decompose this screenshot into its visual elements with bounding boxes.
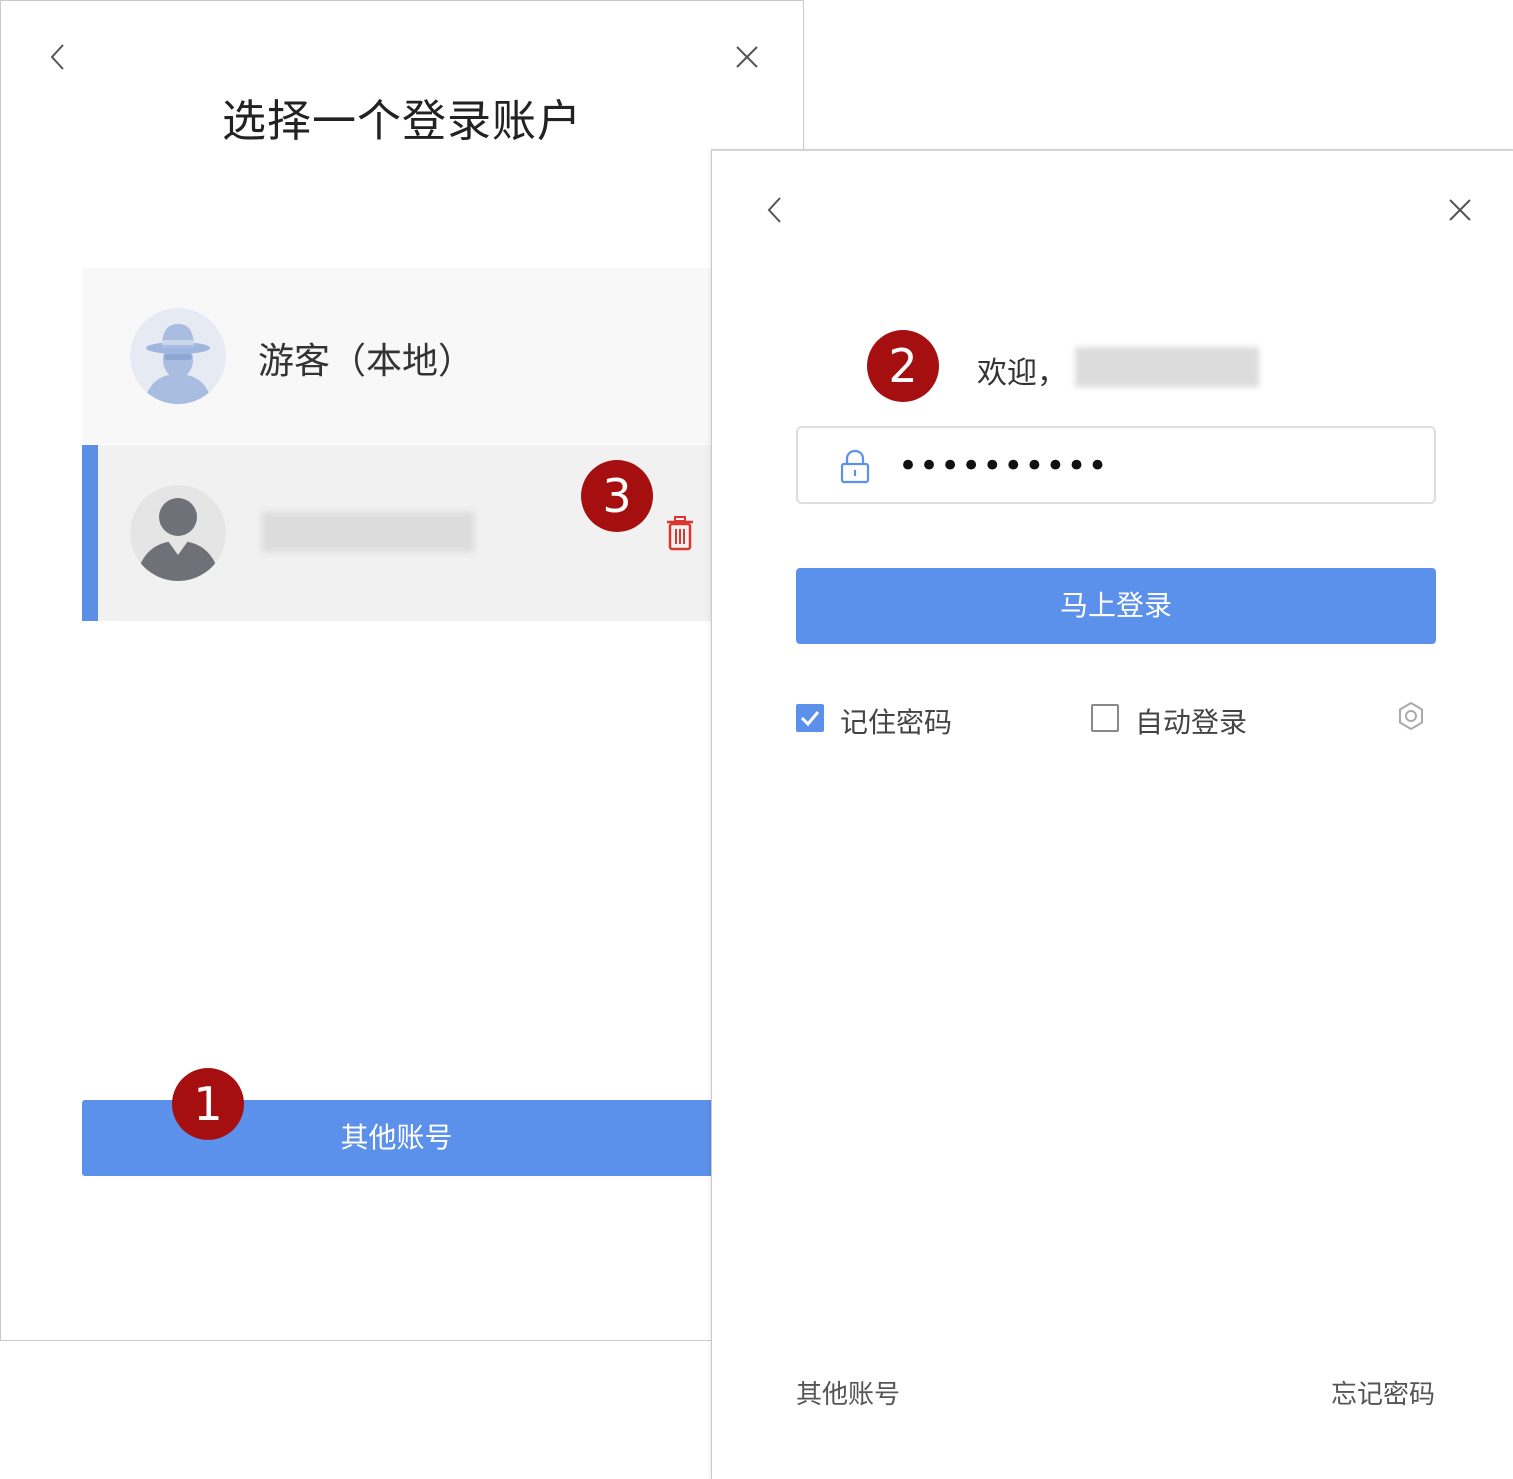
footer-other-account-link[interactable]: 其他账号 <box>796 1374 900 1411</box>
account-name-obscured <box>262 512 474 552</box>
auto-login-label: 自动登录 <box>1135 706 1248 739</box>
forgot-password-link[interactable]: 忘记密码 <box>1331 1374 1435 1411</box>
page-title: 选择一个登录账户 <box>222 96 582 147</box>
gear-icon[interactable] <box>1396 701 1426 731</box>
checkmark-icon[interactable] <box>796 704 824 732</box>
password-value: •••••••••• <box>898 446 1109 486</box>
checkbox-box[interactable] <box>1091 704 1119 732</box>
guest-avatar-icon <box>130 308 226 404</box>
step-badge-3: 3 <box>581 460 653 532</box>
username-obscured <box>1075 347 1259 387</box>
account-select-panel: 选择一个登录账户 游客（本地） 3 其他账号 1 <box>0 0 804 1341</box>
login-panel: 2 欢迎， •••••••••• 马上登录 记住密码 自动登录 其他账号 忘记密… <box>711 149 1513 1479</box>
back-arrow-icon[interactable] <box>43 42 73 72</box>
password-field[interactable]: •••••••••• <box>796 426 1436 504</box>
back-arrow-icon[interactable] <box>760 195 790 225</box>
trash-icon[interactable] <box>664 515 696 551</box>
step-badge-2: 2 <box>867 330 939 402</box>
step-badge-1: 1 <box>172 1068 244 1140</box>
user-avatar-icon <box>130 485 226 581</box>
login-button[interactable]: 马上登录 <box>796 568 1436 644</box>
account-item-guest[interactable]: 游客（本地） <box>82 268 711 444</box>
close-icon[interactable] <box>732 42 762 72</box>
welcome-text: 欢迎， <box>977 356 1067 391</box>
account-name-guest: 游客（本地） <box>258 341 475 382</box>
remember-password-label: 记住密码 <box>840 706 953 739</box>
selected-indicator <box>82 445 98 621</box>
close-icon[interactable] <box>1445 195 1475 225</box>
lock-icon <box>838 448 872 484</box>
